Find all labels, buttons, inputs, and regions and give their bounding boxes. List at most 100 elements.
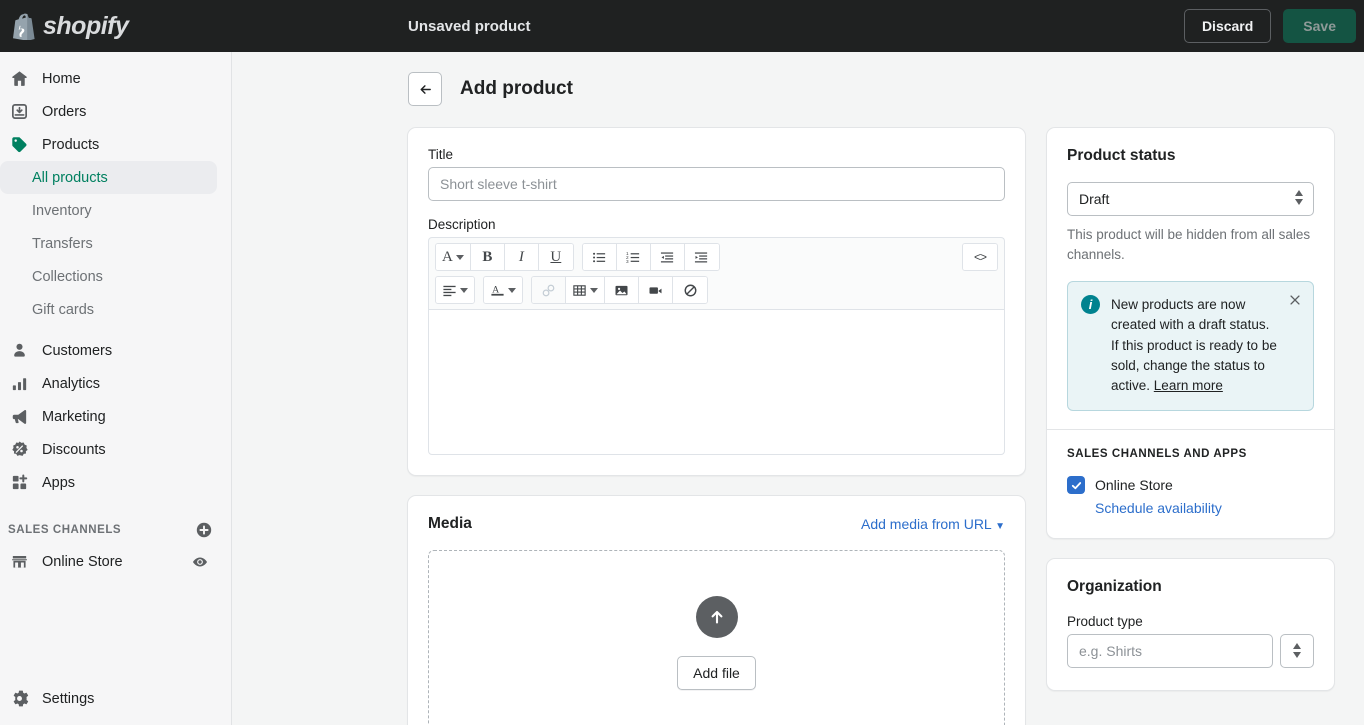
- main-content: Add product Title Description A: [232, 52, 1364, 725]
- sidebar-item-analytics[interactable]: Analytics: [0, 367, 217, 400]
- shopify-bag-icon: [12, 13, 36, 40]
- italic-button[interactable]: I: [504, 244, 539, 270]
- description-editor: A B I U 1 2 3 <> A: [428, 237, 1005, 455]
- sidebar-item-all-products[interactable]: All products: [0, 161, 217, 194]
- arrow-left-icon: [417, 81, 434, 98]
- media-dropzone[interactable]: Add file: [428, 550, 1005, 725]
- bullet-list-icon: [592, 250, 607, 265]
- outdent-button[interactable]: [650, 244, 685, 270]
- link-button[interactable]: [532, 277, 566, 303]
- settings-row: Settings: [0, 682, 232, 715]
- sidebar: Home Orders Products All products Invent…: [0, 52, 232, 725]
- bold-button[interactable]: B: [470, 244, 505, 270]
- page-title: Add product: [460, 78, 573, 99]
- banner-text-wrap: New products are now created with a draf…: [1111, 295, 1279, 396]
- left-column: Title Description A: [407, 127, 1026, 725]
- product-status-select[interactable]: Draft: [1067, 182, 1314, 216]
- editor-toolbar-row-1: A B I U 1 2 3 <>: [435, 243, 998, 271]
- chevron-down-icon: [508, 287, 516, 293]
- sidebar-item-home[interactable]: Home: [0, 62, 217, 95]
- sidebar-label-collections: Collections: [32, 268, 103, 285]
- editor-toolbar-row-2: A: [435, 276, 998, 304]
- description-field-label: Description: [428, 217, 496, 232]
- sidebar-label-all-products: All products: [32, 169, 108, 186]
- sidebar-label-online-store: Online Store: [42, 553, 123, 570]
- clear-formatting-button[interactable]: [673, 277, 707, 303]
- sidebar-label-inventory: Inventory: [32, 202, 92, 219]
- sidebar-item-marketing[interactable]: Marketing: [0, 400, 217, 433]
- sidebar-label-apps: Apps: [42, 474, 76, 491]
- underline-button[interactable]: U: [538, 244, 573, 270]
- shopify-logo[interactable]: shopify: [0, 12, 232, 41]
- product-type-input[interactable]: [1067, 634, 1273, 669]
- html-code-button[interactable]: <>: [963, 244, 997, 270]
- font-style-button[interactable]: A: [436, 244, 471, 270]
- eye-icon[interactable]: [191, 553, 209, 571]
- chevron-down-icon: [460, 287, 468, 293]
- online-store-channel-row: Online Store: [1067, 476, 1314, 495]
- top-bar-actions: Discard Save: [1183, 9, 1356, 43]
- organization-title: Organization: [1067, 578, 1162, 596]
- content-columns: Title Description A: [232, 106, 1364, 725]
- sidebar-label-analytics: Analytics: [42, 375, 101, 392]
- close-x-icon[interactable]: [1288, 293, 1302, 307]
- title-field-label: Title: [428, 147, 454, 162]
- sidebar-item-transfers[interactable]: Transfers: [0, 227, 217, 260]
- learn-more-link[interactable]: Learn more: [1154, 378, 1223, 393]
- sidebar-item-gift-cards[interactable]: Gift cards: [0, 293, 217, 326]
- description-editor-body[interactable]: [428, 309, 1005, 455]
- schedule-availability-link-wrap: Schedule availability: [1095, 500, 1314, 518]
- sidebar-item-inventory[interactable]: Inventory: [0, 194, 217, 227]
- bold-glyph: B: [482, 248, 493, 265]
- svg-text:A: A: [492, 284, 500, 295]
- product-type-stepper[interactable]: [1280, 634, 1314, 669]
- numbered-list-button[interactable]: 123: [616, 244, 651, 270]
- sidebar-item-settings[interactable]: Settings: [0, 682, 218, 715]
- video-button[interactable]: [639, 277, 673, 303]
- add-file-button[interactable]: Add file: [677, 655, 756, 690]
- info-circle-icon: i: [1081, 295, 1100, 315]
- table-icon: [572, 283, 587, 298]
- indent-button[interactable]: [684, 244, 719, 270]
- schedule-availability-link[interactable]: Schedule availability: [1095, 500, 1222, 516]
- product-type-field-row: [1067, 634, 1314, 669]
- sidebar-label-orders: Orders: [42, 103, 87, 120]
- align-left-icon: [442, 283, 457, 298]
- products-tag-icon: [10, 135, 36, 154]
- table-button[interactable]: [566, 277, 605, 303]
- product-type-label: Product type: [1067, 614, 1143, 630]
- product-status-title: Product status: [1067, 147, 1176, 164]
- sidebar-item-discounts[interactable]: Discounts: [0, 433, 217, 466]
- chevron-down-icon: [590, 287, 598, 293]
- sidebar-item-products[interactable]: Products: [0, 128, 217, 161]
- sidebar-label-home: Home: [42, 70, 81, 87]
- image-icon: [614, 283, 629, 298]
- online-store-checkbox[interactable]: [1067, 476, 1085, 495]
- html-group: <>: [962, 243, 998, 271]
- home-icon: [10, 69, 36, 88]
- back-button[interactable]: [408, 72, 442, 106]
- plus-circle-icon[interactable]: [195, 521, 213, 539]
- top-bar: shopify Unsaved product Discard Save: [0, 0, 1364, 52]
- media-card-header: Media Add media from URL ▼: [428, 515, 1005, 533]
- sidebar-label-products: Products: [42, 136, 100, 153]
- link-icon: [541, 283, 556, 298]
- add-media-from-url-button[interactable]: Add media from URL ▼: [861, 516, 1005, 532]
- sales-channels-title: SALES CHANNELS: [8, 524, 122, 536]
- align-button[interactable]: [436, 277, 474, 303]
- image-button[interactable]: [605, 277, 639, 303]
- list-indent-group: 123: [581, 243, 720, 271]
- stepper-arrows-icon: [1293, 643, 1301, 659]
- sidebar-item-orders[interactable]: Orders: [0, 95, 217, 128]
- sidebar-label-transfers: Transfers: [32, 235, 93, 252]
- bulleted-list-button[interactable]: [582, 244, 617, 270]
- save-button[interactable]: Save: [1283, 9, 1356, 43]
- sidebar-item-online-store[interactable]: Online Store: [0, 545, 217, 578]
- sidebar-item-customers[interactable]: Customers: [0, 334, 217, 367]
- sidebar-item-collections[interactable]: Collections: [0, 260, 217, 293]
- customer-person-icon: [10, 341, 36, 360]
- sidebar-item-apps[interactable]: Apps: [0, 466, 217, 499]
- discard-button[interactable]: Discard: [1183, 9, 1272, 43]
- title-input[interactable]: [428, 167, 1005, 201]
- text-color-button[interactable]: A: [484, 277, 522, 303]
